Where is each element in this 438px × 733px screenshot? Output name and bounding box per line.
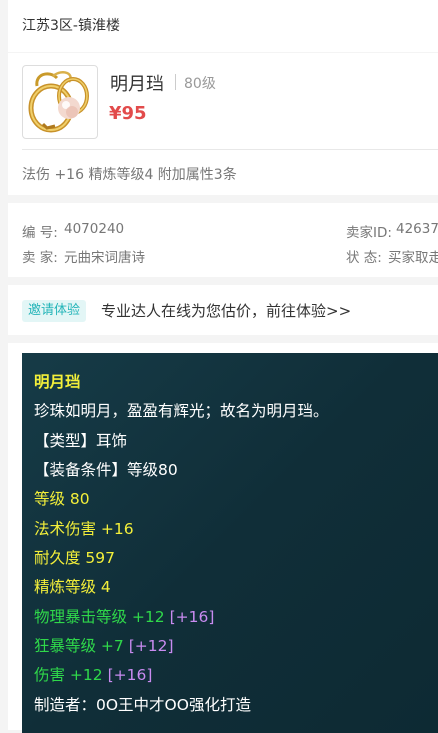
- item-price: ¥95: [109, 103, 147, 124]
- item-attributes: 法伤 +16 精炼等级4 附加属性3条: [22, 167, 237, 183]
- divider: [22, 149, 438, 150]
- item-level: 80级: [184, 76, 216, 92]
- tooltip-magic-damage: 法术伤害 +16: [34, 520, 134, 538]
- id-value: 4070240: [64, 221, 125, 237]
- tooltip-type: 【类型】耳饰: [34, 432, 128, 450]
- tooltip-phys-crit-line: 物理暴击等级 +12 [+16]: [34, 605, 214, 627]
- invite-badge: 邀请体验: [22, 300, 87, 322]
- tooltip-damage: 伤害 +12: [34, 666, 103, 684]
- tooltip-level: 等级 80: [34, 490, 90, 508]
- invite-banner[interactable]: 邀请体验 专业达人在线为您估价，前往体验>>: [8, 285, 438, 335]
- tooltip-berserk-bonus: [+12]: [128, 637, 174, 655]
- tooltip-berserk-line: 狂暴等级 +7 [+12]: [34, 634, 174, 656]
- item-tooltip: 明月珰 珍珠如明月，盈盈有辉光；故名为明月珰。 【类型】耳饰 【装备条件】等级8…: [22, 353, 438, 733]
- tooltip-desc: 珍珠如明月，盈盈有辉光；故名为明月珰。: [34, 402, 329, 420]
- tooltip-requirement: 【装备条件】等级80: [34, 461, 178, 479]
- item-summary[interactable]: 明月珰 80级 ¥95 法伤 +16 精炼等级4 附加属性3条: [8, 53, 438, 195]
- seller-id-label: 卖家ID:: [346, 225, 392, 241]
- item-name: 明月珰: [110, 74, 164, 95]
- earring-icon: [22, 65, 98, 139]
- tooltip-refine: 精炼等级 4: [34, 578, 111, 596]
- seller-label: 卖 家:: [22, 250, 58, 266]
- tooltip-title: 明月珰: [34, 373, 81, 391]
- tooltip-damage-line: 伤害 +12 [+16]: [34, 663, 152, 685]
- status-value: 买家取走: [388, 250, 438, 266]
- divider: [175, 74, 176, 90]
- tooltip-phys-crit: 物理暴击等级 +12: [34, 608, 165, 626]
- status-label: 状 态:: [346, 250, 382, 266]
- tooltip-maker: 制造者：0O王中才OO强化打造: [34, 696, 251, 714]
- server-section: 江苏3区-镇淮楼: [8, 0, 438, 52]
- tooltip-damage-bonus: [+16]: [107, 666, 153, 684]
- trade-info: 编 号: 4070240 卖 家: 元曲宋词唐诗 卖家ID: 42637 状 态…: [8, 203, 438, 277]
- seller-id-value: 42637: [396, 221, 438, 237]
- tooltip-phys-crit-bonus: [+16]: [169, 608, 215, 626]
- seller-value: 元曲宋词唐诗: [64, 250, 145, 266]
- item-detail-card: 明月珰 珍珠如明月，盈盈有辉光；故名为明月珰。 【类型】耳饰 【装备条件】等级8…: [8, 343, 438, 733]
- id-label: 编 号:: [22, 225, 58, 241]
- server-name: 江苏3区-镇淮楼: [22, 18, 120, 34]
- tooltip-durability: 耐久度 597: [34, 549, 116, 567]
- tooltip-berserk: 狂暴等级 +7: [34, 637, 124, 655]
- invite-link[interactable]: 专业达人在线为您估价，前往体验>>: [101, 300, 351, 321]
